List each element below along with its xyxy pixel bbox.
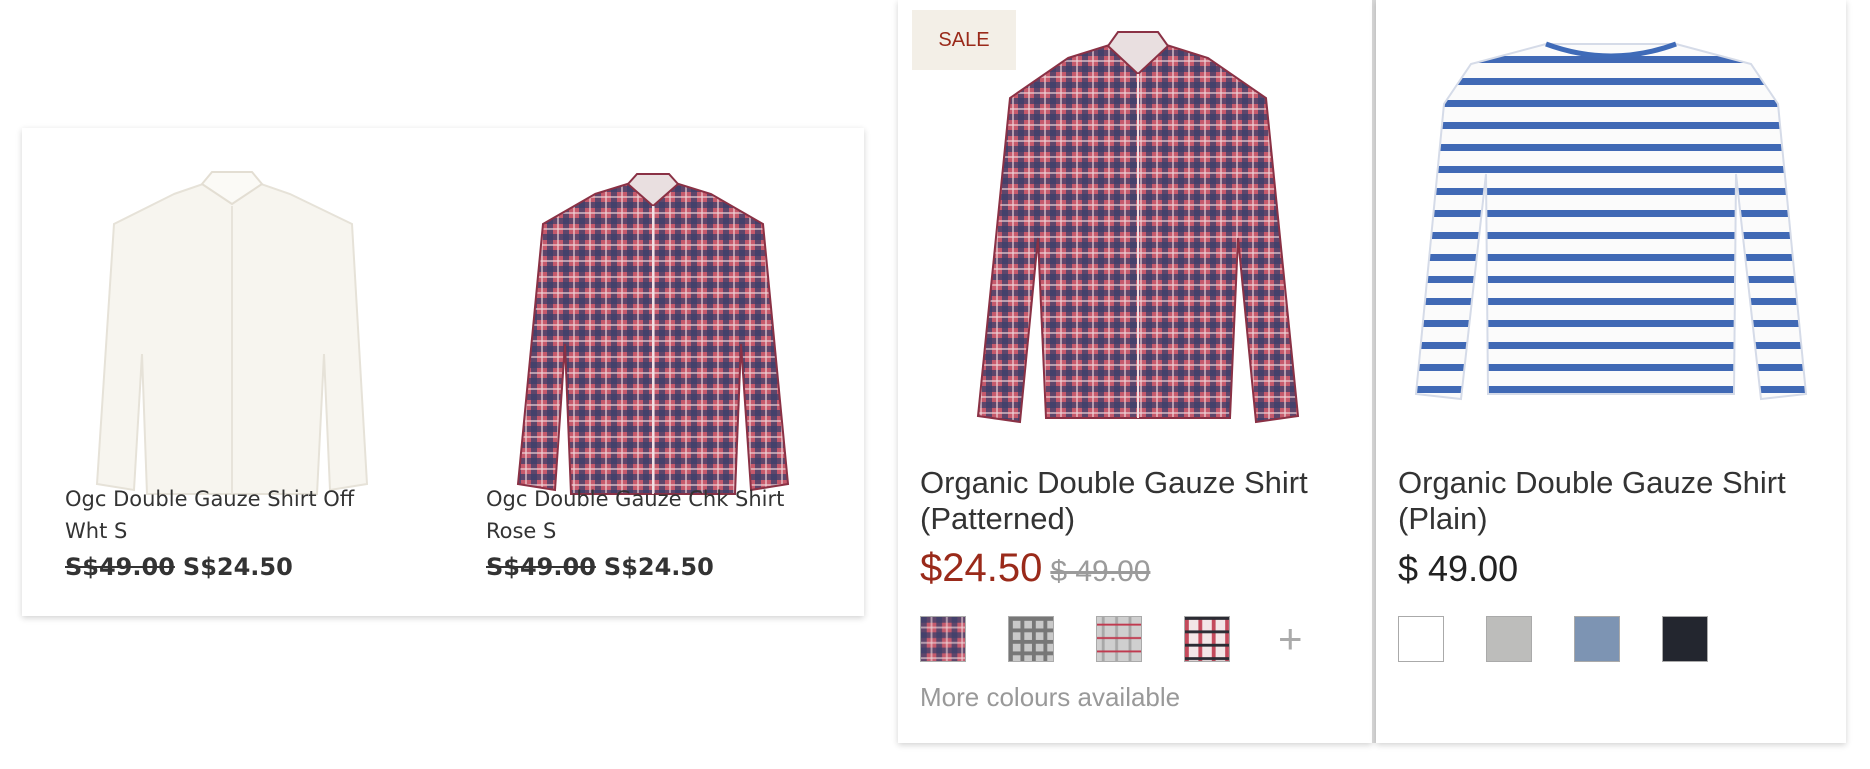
swatch-pink-check[interactable]	[1184, 616, 1230, 662]
product-price: $ 49.00	[1398, 546, 1518, 591]
sale-price: S$24.50	[603, 553, 714, 581]
swatch-grey-red-check[interactable]	[1096, 616, 1142, 662]
striped-shirt-image[interactable]	[1406, 34, 1816, 404]
product-card-patterned[interactable]: SALE Organic Double Gauze Shirt (Pattern…	[898, 0, 1372, 743]
product-item-white-shirt[interactable]: Ogc Double Gauze Shirt Off Wht S S$49.00…	[22, 128, 443, 616]
product-item-checked-shirt[interactable]: Ogc Double Gauze Chk Shirt Rose S S$49.0…	[443, 128, 864, 616]
original-price: S$49.00	[65, 553, 175, 581]
checked-shirt-image[interactable]	[483, 154, 823, 504]
product-card-plain[interactable]: Organic Double Gauze Shirt (Plain) $ 49.…	[1376, 0, 1846, 743]
original-price: S$49.00	[486, 553, 596, 581]
more-colours-plus-icon[interactable]: +	[1278, 614, 1303, 664]
product-name[interactable]: Ogc Double Gauze Shirt Off Wht S	[65, 483, 395, 547]
swatch-grey[interactable]	[1486, 616, 1532, 662]
swatch-blue[interactable]	[1574, 616, 1620, 662]
swatch-red-check[interactable]	[920, 616, 966, 662]
white-shirt-image[interactable]	[62, 154, 402, 504]
sale-price: S$24.50	[182, 553, 293, 581]
price: $ 49.00	[1398, 548, 1519, 589]
swatch-navy[interactable]	[1662, 616, 1708, 662]
sale-price: $24.50	[920, 546, 1043, 590]
more-colours-link[interactable]: More colours available	[920, 682, 1180, 713]
recommendation-card: Ogc Double Gauze Shirt Off Wht S S$49.00…	[22, 128, 864, 616]
product-name[interactable]: Organic Double Gauze Shirt (Plain)	[1398, 465, 1838, 537]
product-price: S$49.00 S$24.50	[486, 553, 714, 581]
swatch-grey-check[interactable]	[1008, 616, 1054, 662]
product-name[interactable]: Ogc Double Gauze Chk Shirt Rose S	[486, 483, 816, 547]
product-price: $24.50 $ 49.00	[920, 546, 1150, 591]
swatch-white[interactable]	[1398, 616, 1444, 662]
original-price: $ 49.00	[1050, 555, 1151, 588]
product-name[interactable]: Organic Double Gauze Shirt (Patterned)	[920, 465, 1360, 537]
patterned-shirt-image[interactable]	[938, 18, 1338, 428]
product-price: S$49.00 S$24.50	[65, 553, 293, 581]
